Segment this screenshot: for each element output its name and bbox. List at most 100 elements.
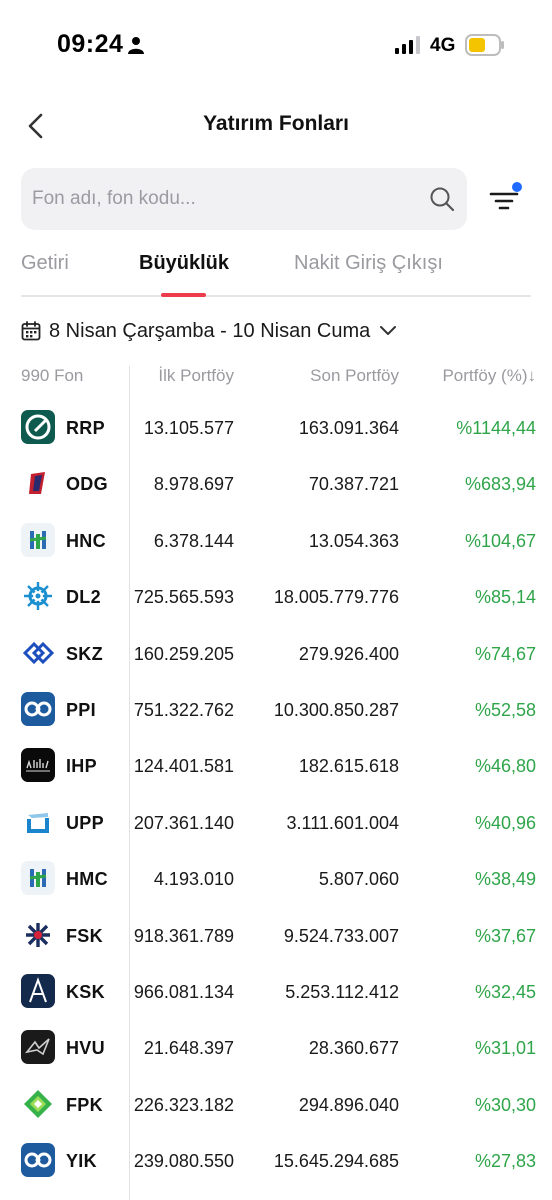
filter-button[interactable]	[488, 182, 524, 214]
tab-buyukluk[interactable]: Büyüklük	[139, 252, 229, 275]
table-row[interactable]: FSK 918.361.789 9.524.733.007 %37,67	[0, 908, 552, 964]
son-portfoy-value: 28.360.677	[308, 1038, 399, 1059]
odg-logo-icon	[21, 466, 55, 501]
fund-code: RRP	[66, 418, 105, 438]
fund-code: FSK	[66, 925, 103, 946]
fsk-logo-icon	[21, 917, 55, 952]
ilk-portfoy-value: 725.565.593	[133, 587, 234, 608]
table-row[interactable]: UPP 207.361.140 3.111.601.004 %40,96	[0, 795, 552, 851]
son-portfoy-header[interactable]: Son Portföy	[310, 366, 399, 386]
ilk-portfoy-value: 160.259.205	[133, 643, 234, 664]
fund-list: RRP 13.105.577 163.091.364 %1144,44 ODG …	[0, 400, 552, 1189]
portfoy-change-value: %38,49	[474, 869, 536, 890]
portfoy-change-value: %52,58	[474, 699, 536, 720]
son-portfoy-value: 9.524.733.007	[283, 925, 399, 946]
ilk-portfoy-value: 4.193.010	[153, 869, 234, 890]
portfoy-change-value: %74,67	[474, 643, 536, 664]
portfoy-change-value: %32,45	[474, 981, 536, 1002]
hvu-logo-icon	[21, 1030, 55, 1065]
hnc-logo-icon	[21, 522, 55, 557]
fund-code: HVU	[66, 1038, 105, 1059]
ilk-portfoy-value: 966.081.134	[133, 981, 234, 1002]
hmc-logo-icon	[21, 861, 55, 896]
table-row[interactable]: RRP 13.105.577 163.091.364 %1144,44	[0, 400, 552, 456]
dl2-logo-icon	[21, 579, 55, 614]
page-title: Yatırım Fonları	[203, 112, 349, 135]
portfoy-pct-header[interactable]: Portföy (%)↓	[442, 366, 536, 386]
portfoy-change-value: %46,80	[474, 756, 536, 777]
status-bar: 09:24 4G	[0, 0, 552, 90]
search-input[interactable]	[32, 168, 422, 230]
portfoy-change-value: %27,83	[474, 1151, 536, 1172]
ilk-portfoy-value: 239.080.550	[133, 1151, 234, 1172]
portfoy-change-value: %30,30	[474, 1094, 536, 1115]
son-portfoy-value: 5.253.112.412	[285, 981, 399, 1002]
status-time: 09:24	[57, 30, 124, 58]
upp-logo-icon	[21, 804, 55, 839]
portfoy-change-value: %683,94	[464, 474, 536, 495]
son-portfoy-value: 182.615.618	[298, 756, 399, 777]
fund-code: FPK	[66, 1094, 103, 1115]
search-box[interactable]	[21, 168, 467, 230]
son-portfoy-value: 10.300.850.287	[273, 699, 399, 720]
ilk-portfoy-value: 6.378.144	[153, 530, 234, 551]
ilk-portfoy-value: 124.401.581	[133, 756, 234, 777]
portfoy-change-value: %104,67	[464, 530, 536, 551]
person-icon	[128, 37, 144, 54]
ilk-portfoy-value: 226.323.182	[133, 1094, 234, 1115]
table-row[interactable]: HVU 21.648.397 28.360.677 %31,01	[0, 1020, 552, 1076]
ppi-logo-icon	[21, 691, 55, 726]
fund-code: PPI	[66, 699, 96, 720]
table-row[interactable]: DL2 725.565.593 18.005.779.776 %85,14	[0, 569, 552, 625]
signal-icon	[395, 36, 420, 54]
son-portfoy-value: 294.896.040	[298, 1094, 399, 1115]
portfoy-change-value: %31,01	[474, 1038, 536, 1059]
fund-code: SKZ	[66, 643, 103, 664]
battery-icon	[465, 34, 504, 56]
chevron-down-icon	[380, 326, 397, 335]
filter-active-dot	[512, 182, 522, 192]
yik-logo-icon	[21, 1143, 55, 1178]
son-portfoy-value: 18.005.779.776	[273, 587, 399, 608]
fund-code: YIK	[66, 1151, 97, 1172]
fund-code: ODG	[66, 474, 108, 495]
ilk-portfoy-value: 207.361.140	[133, 812, 234, 833]
table-row[interactable]: FPK 226.323.182 294.896.040 %30,30	[0, 1077, 552, 1133]
tab-nakit-giris-cikisi[interactable]: Nakit Giriş Çıkışı	[294, 252, 443, 275]
ilk-portfoy-value: 13.105.577	[143, 418, 234, 438]
fund-count-header: 990 Fon	[21, 366, 84, 385]
tab-getiri[interactable]: Getiri	[21, 252, 69, 275]
search-icon[interactable]	[429, 186, 455, 212]
son-portfoy-value: 163.091.364	[298, 418, 399, 438]
tab-bar: Getiri Büyüklük Nakit Giriş Çıkışı	[0, 248, 552, 298]
fund-code: KSK	[66, 981, 105, 1002]
fund-code: UPP	[66, 812, 104, 833]
son-portfoy-value: 3.111.601.004	[286, 812, 399, 833]
table-row[interactable]: IHP 124.401.581 182.615.618 %46,80	[0, 738, 552, 794]
table-row[interactable]: SKZ 160.259.205 279.926.400 %74,67	[0, 626, 552, 682]
portfoy-change-value: %85,14	[474, 587, 536, 608]
son-portfoy-value: 279.926.400	[298, 643, 399, 664]
son-portfoy-value: 13.054.363	[308, 530, 399, 551]
portfoy-change-value: %40,96	[474, 812, 536, 833]
fund-code: DL2	[66, 587, 101, 608]
tab-divider	[21, 295, 531, 297]
table-row[interactable]: YIK 239.080.550 15.645.294.685 %27,83	[0, 1133, 552, 1189]
table-row[interactable]: HMC 4.193.010 5.807.060 %38,49	[0, 851, 552, 907]
ilk-portfoy-value: 8.978.697	[153, 474, 234, 495]
active-tab-indicator	[161, 293, 206, 297]
table-row[interactable]: KSK 966.081.134 5.253.112.412 %32,45	[0, 964, 552, 1020]
son-portfoy-value: 5.807.060	[318, 869, 399, 890]
table-row[interactable]: HNC 6.378.144 13.054.363 %104,67	[0, 513, 552, 569]
ihp-logo-icon	[21, 748, 55, 783]
son-portfoy-value: 70.387.721	[308, 474, 399, 495]
table-row[interactable]: ODG 8.978.697 70.387.721 %683,94	[0, 456, 552, 512]
date-range-selector[interactable]: 8 Nisan Çarşamba - 10 Nisan Cuma	[21, 316, 397, 346]
ilk-portfoy-value: 918.361.789	[133, 925, 234, 946]
skz-logo-icon	[21, 635, 55, 670]
ksk-logo-icon	[21, 973, 55, 1008]
ilk-portfoy-header[interactable]: İlk Portföy	[158, 366, 234, 386]
ilk-portfoy-value: 751.322.762	[133, 699, 234, 720]
table-row[interactable]: PPI 751.322.762 10.300.850.287 %52,58	[0, 682, 552, 738]
fund-code: HMC	[66, 869, 108, 890]
